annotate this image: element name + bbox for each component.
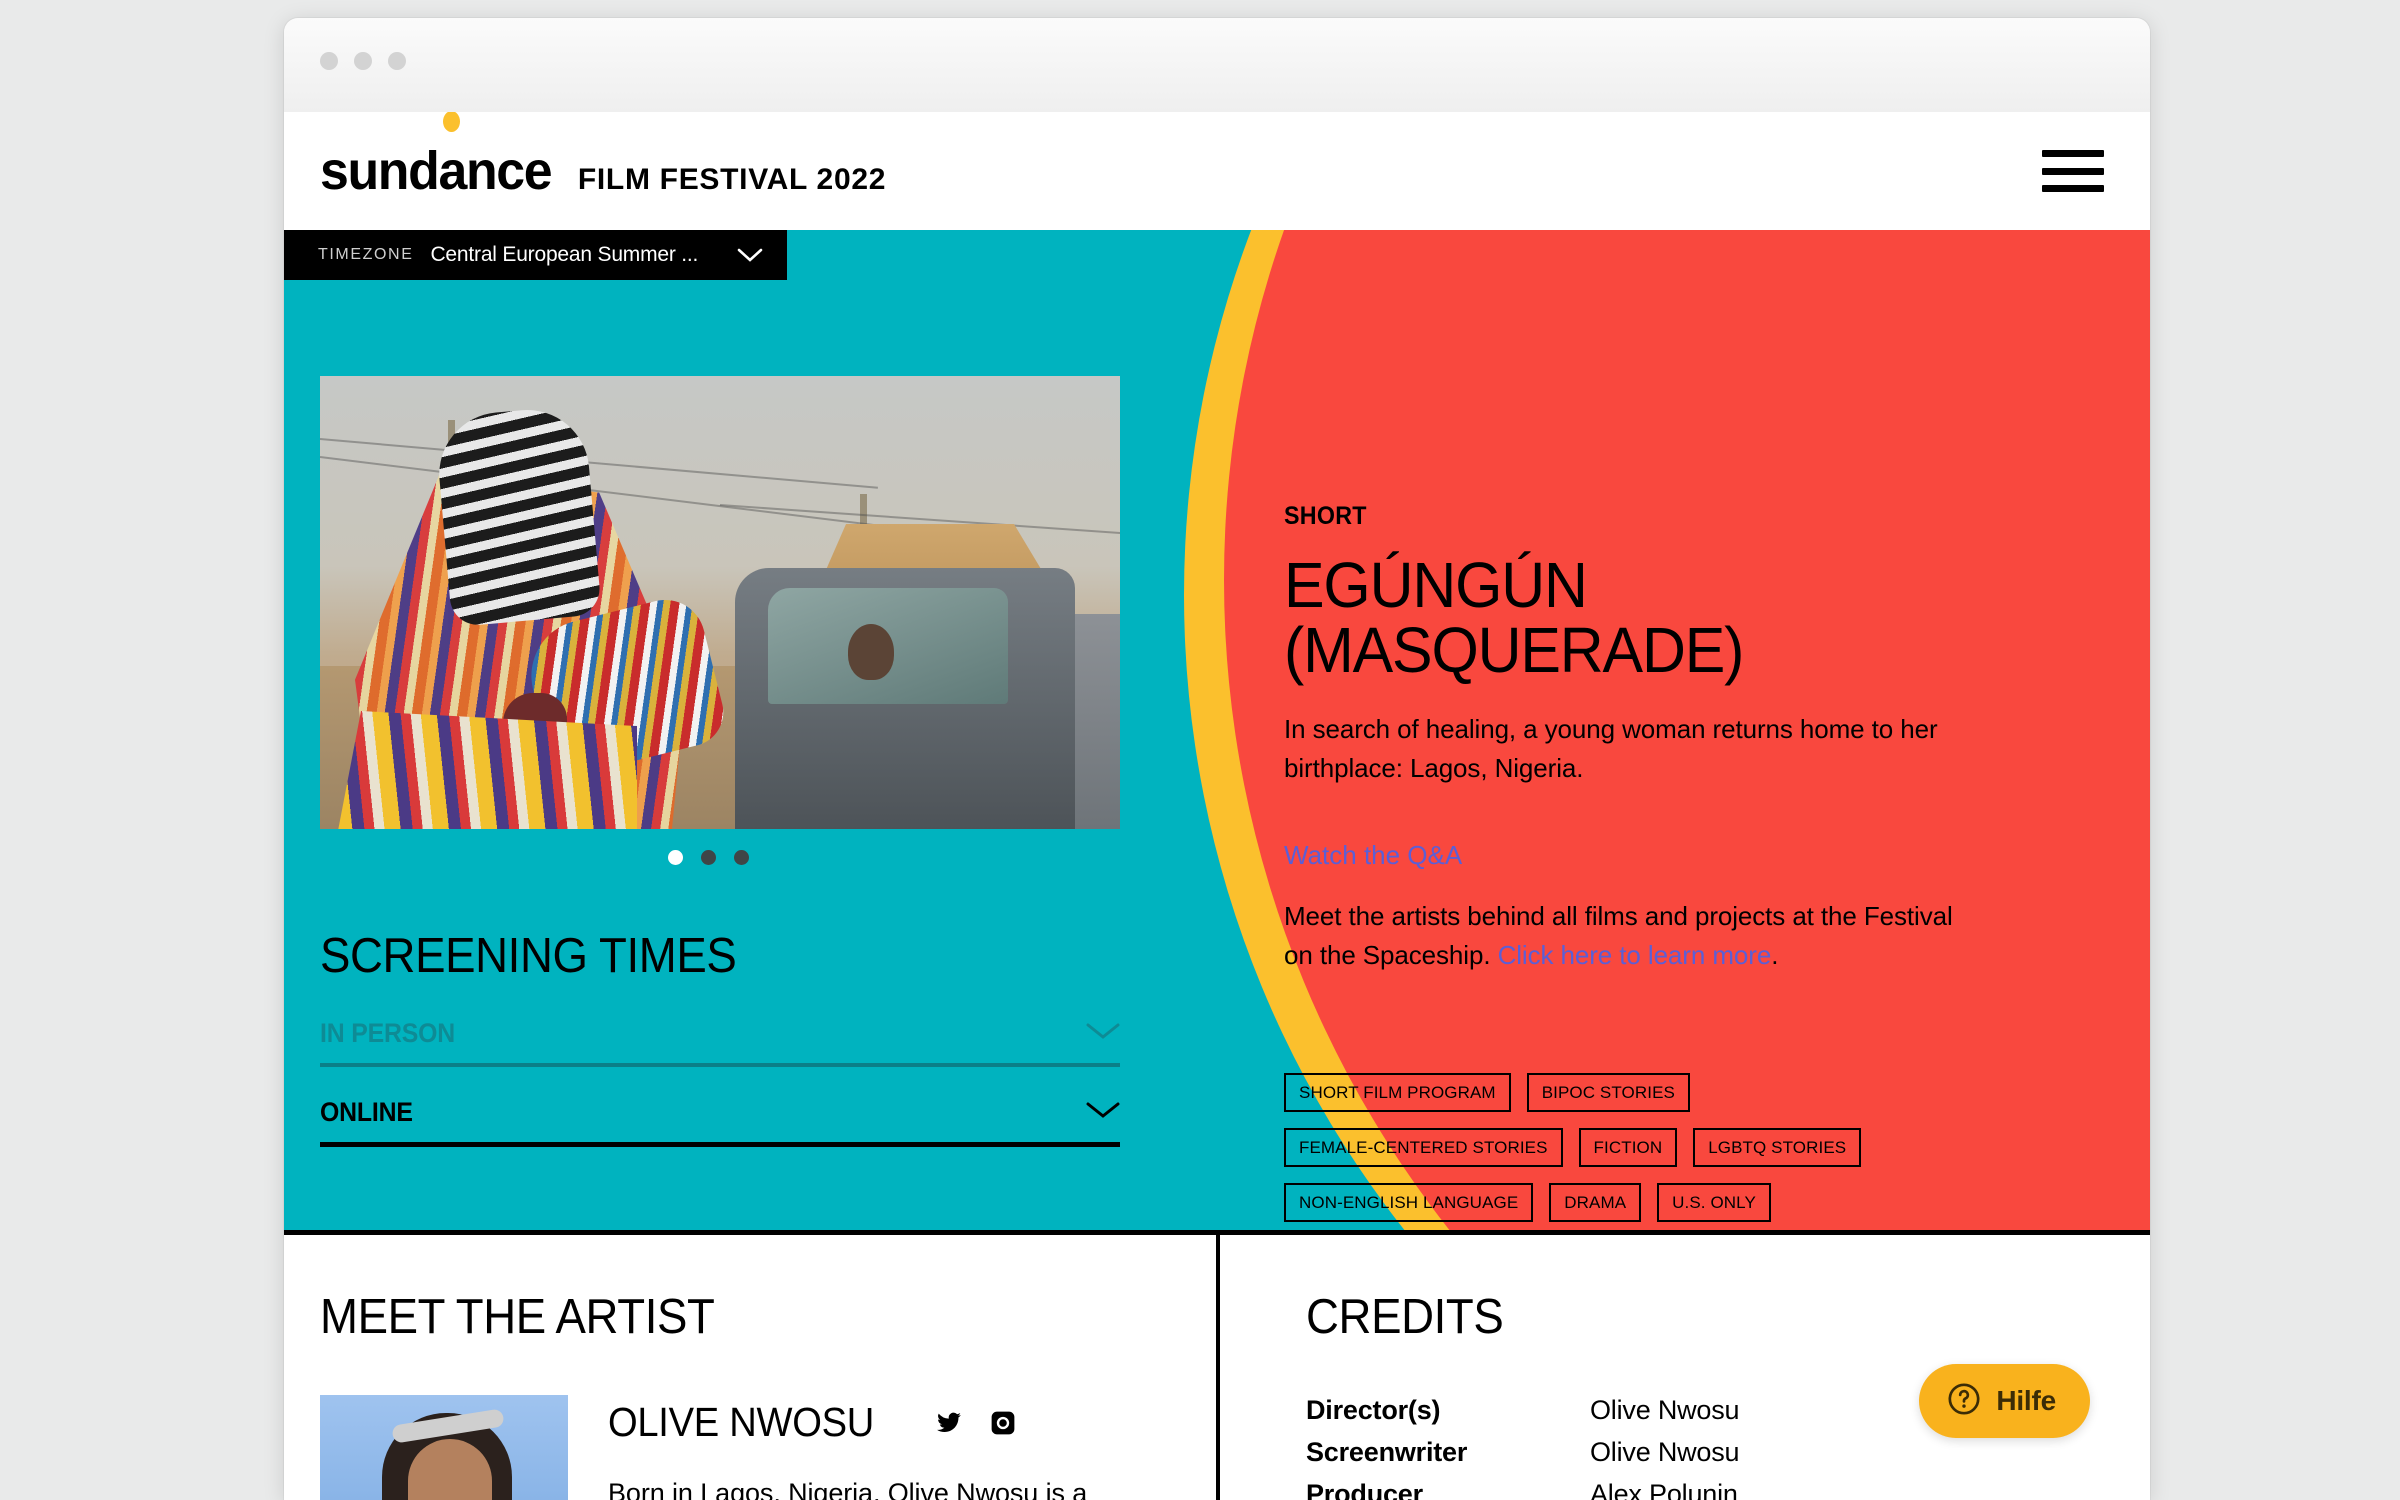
hamburger-bar-1 [2042,150,2104,157]
page-title: EGÚNGÚN (MASQUERADE) [1284,549,1744,687]
film-still-image[interactable] [320,376,1120,829]
artist-text-block: OLIVE NWOSU Born in Lagos, Nigeria, Oliv… [608,1395,1087,1500]
film-category-kicker: SHORT [1284,502,1367,530]
sundance-logo[interactable]: sundance FILM FESTIVAL 2022 [320,112,887,201]
credit-name: Olive Nwosu [1590,1395,1740,1425]
browser-window: sundance FILM FESTIVAL 2022 TIMEZONE Cen… [284,18,2150,1500]
film-synopsis: In search of healing, a young woman retu… [1284,713,1938,783]
help-button[interactable]: Hilfe [1919,1364,2090,1438]
credit-role: Producer [1306,1479,1423,1500]
carousel-dot-2[interactable] [701,850,716,865]
figure-skirt [337,711,637,829]
artist-name: OLIVE NWOSU [608,1399,875,1445]
question-circle-icon [1947,1382,1981,1421]
accordion-label-online: ONLINE [320,1097,413,1127]
window-controls[interactable] [320,52,406,70]
site-header: sundance FILM FESTIVAL 2022 [284,112,2150,230]
learn-more-link[interactable]: Click here to learn more [1498,940,1772,970]
tag-list: SHORT FILM PROGRAM BIPOC STORIES FEMALE-… [1284,1072,1984,1222]
chevron-down-icon [1086,1021,1120,1046]
figure-striped-hood [434,404,602,628]
accordion-in-person[interactable]: IN PERSON [320,1018,1120,1067]
table-row: Screenwriter Olive Nwosu [1306,1437,2150,1468]
screen: sundance FILM FESTIVAL 2022 TIMEZONE Cen… [0,0,2400,1500]
artist-body: OLIVE NWOSU Born in Lagos, Nigeria, Oliv… [320,1395,1216,1500]
page-viewport: sundance FILM FESTIVAL 2022 TIMEZONE Cen… [284,112,2150,1500]
timezone-value: Central European Summer ... [430,243,699,266]
tag-item[interactable]: U.S. ONLY [1657,1182,1771,1222]
close-window-dot[interactable] [320,52,338,70]
hamburger-bar-3 [2042,185,2104,192]
credits-title: CREDITS [1306,1290,1504,1344]
maximize-window-dot[interactable] [388,52,406,70]
hero-section: TIMEZONE Central European Summer ... SCR… [284,230,2150,1230]
meet-the-artist-title: MEET THE ARTIST [320,1290,715,1344]
meet-the-artist-column: MEET THE ARTIST OLIVE NWOSU Born in Lago… [284,1235,1216,1500]
screening-times-title: SCREENING TIMES [320,929,737,983]
twitter-icon[interactable] [934,1410,964,1436]
bottom-section: MEET THE ARTIST OLIVE NWOSU Born in Lago… [284,1230,2150,1500]
accordion-label-in-person: IN PERSON [320,1018,455,1048]
credit-role: Screenwriter [1306,1437,1468,1467]
tag-item[interactable]: FICTION [1578,1127,1678,1167]
tag-item[interactable]: SHORT FILM PROGRAM [1284,1072,1511,1112]
accordion-online[interactable]: ONLINE [320,1097,1120,1147]
hamburger-menu-icon[interactable] [2042,150,2104,192]
timezone-label: TIMEZONE [318,246,414,263]
tag-item[interactable]: FEMALE-CENTERED STORIES [1284,1127,1563,1167]
watch-qa-link[interactable]: Watch the Q&A [1284,840,1462,871]
tag-item[interactable]: DRAMA [1549,1182,1642,1222]
artist-avatar [320,1395,568,1500]
chevron-down-icon [1086,1100,1120,1125]
hero-left-column: SCREENING TIMES IN PERSON ONLINE [320,376,1120,1147]
chevron-down-icon [737,247,763,263]
artist-name-row: OLIVE NWOSU [608,1399,1087,1446]
artist-bio: Born in Lagos, Nigeria, Olive Nwosu is a [608,1478,1088,1500]
logo-dot-icon [443,112,460,132]
carousel-dots[interactable] [668,850,1120,865]
table-row: Producer Alex Polunin [1306,1479,2150,1500]
minimize-window-dot[interactable] [354,52,372,70]
carousel-dot-3[interactable] [734,850,749,865]
credit-role: Director(s) [1306,1395,1441,1425]
hero-right-column: SHORT EGÚNGÚN (MASQUERADE) In search of … [1284,502,2064,1222]
spaceship-paragraph: Meet the artists behind all films and pr… [1284,897,1964,975]
still-driver [848,624,894,680]
hamburger-bar-2 [2042,167,2104,175]
instagram-icon[interactable] [990,1410,1016,1436]
artist-social-links [920,1410,1016,1436]
carousel-dot-1[interactable] [668,850,683,865]
spaceship-period: . [1771,939,1779,970]
logo-wordmark: sundance [320,141,553,201]
help-button-label: Hilfe [1996,1385,2056,1416]
credit-name: Alex Polunin [1590,1479,1738,1500]
logo-tagline: FILM FESTIVAL 2022 [577,163,887,196]
tag-item[interactable]: NON-ENGLISH LANGUAGE [1284,1182,1534,1222]
tag-item[interactable]: LGBTQ STORIES [1693,1127,1862,1167]
credit-name: Olive Nwosu [1590,1437,1740,1467]
timezone-selector[interactable]: TIMEZONE Central European Summer ... [284,230,788,280]
tag-item[interactable]: BIPOC STORIES [1526,1072,1690,1112]
browser-titlebar [284,18,2150,112]
still-masquerade-figure [337,404,731,829]
